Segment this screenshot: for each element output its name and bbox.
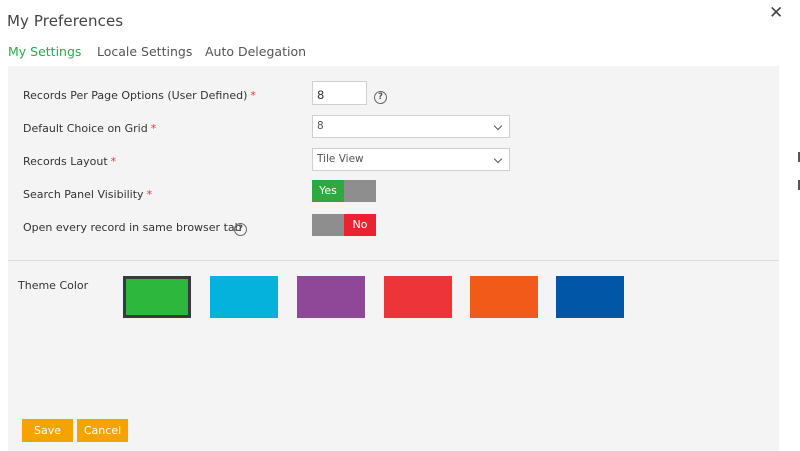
records-per-page-input[interactable] — [312, 81, 367, 105]
theme-color-label: Theme Color — [18, 279, 89, 292]
required-marker: * — [150, 122, 157, 135]
toggle-knob — [344, 180, 376, 202]
section-divider — [8, 260, 779, 261]
cancel-button[interactable]: Cancel — [77, 419, 128, 442]
settings-panel: Records Per Page Options (User Defined) *… — [8, 66, 779, 451]
records-per-page-label: Records Per Page Options (User Defined) * — [23, 89, 256, 102]
default-choice-value: 8 — [317, 120, 324, 132]
open-same-tab-toggle[interactable]: No — [312, 214, 376, 236]
tab-locale-settings[interactable]: Locale Settings — [97, 44, 192, 59]
theme-swatch[interactable] — [556, 276, 624, 318]
theme-swatch[interactable] — [210, 276, 278, 318]
tab-auto-delegation[interactable]: Auto Delegation — [205, 44, 306, 59]
preferences-dialog: My Preferences ✕ My Settings Locale Sett… — [0, 0, 800, 451]
help-icon[interactable]: ? — [374, 91, 387, 104]
chevron-down-icon — [493, 121, 503, 131]
search-panel-toggle[interactable]: Yes — [312, 180, 376, 202]
toggle-on-label: Yes — [312, 180, 344, 202]
toggle-off-label: No — [344, 214, 376, 236]
records-layout-select[interactable]: Tile View — [312, 148, 510, 171]
theme-swatch[interactable] — [384, 276, 452, 318]
chevron-down-icon — [493, 154, 503, 164]
search-panel-label: Search Panel Visibility * — [23, 188, 153, 201]
dialog-title: My Preferences — [7, 12, 124, 30]
default-choice-select[interactable]: 8 — [312, 115, 510, 138]
required-marker: * — [250, 89, 256, 102]
toggle-knob — [312, 214, 344, 236]
theme-swatch[interactable] — [297, 276, 365, 318]
theme-swatch[interactable] — [470, 276, 538, 318]
default-choice-label: Default Choice on Grid * — [23, 122, 157, 135]
save-button[interactable]: Save — [22, 419, 73, 442]
tab-my-settings[interactable]: My Settings — [8, 44, 81, 59]
close-icon[interactable]: ✕ — [769, 5, 783, 22]
open-same-tab-label: Open every record in same browser tab — [23, 221, 242, 234]
records-layout-value: Tile View — [317, 153, 364, 165]
theme-swatch[interactable] — [123, 276, 191, 318]
records-layout-label: Records Layout * — [23, 155, 117, 168]
required-marker: * — [146, 188, 153, 201]
required-marker: * — [110, 155, 117, 168]
help-icon[interactable]: ? — [234, 223, 247, 236]
